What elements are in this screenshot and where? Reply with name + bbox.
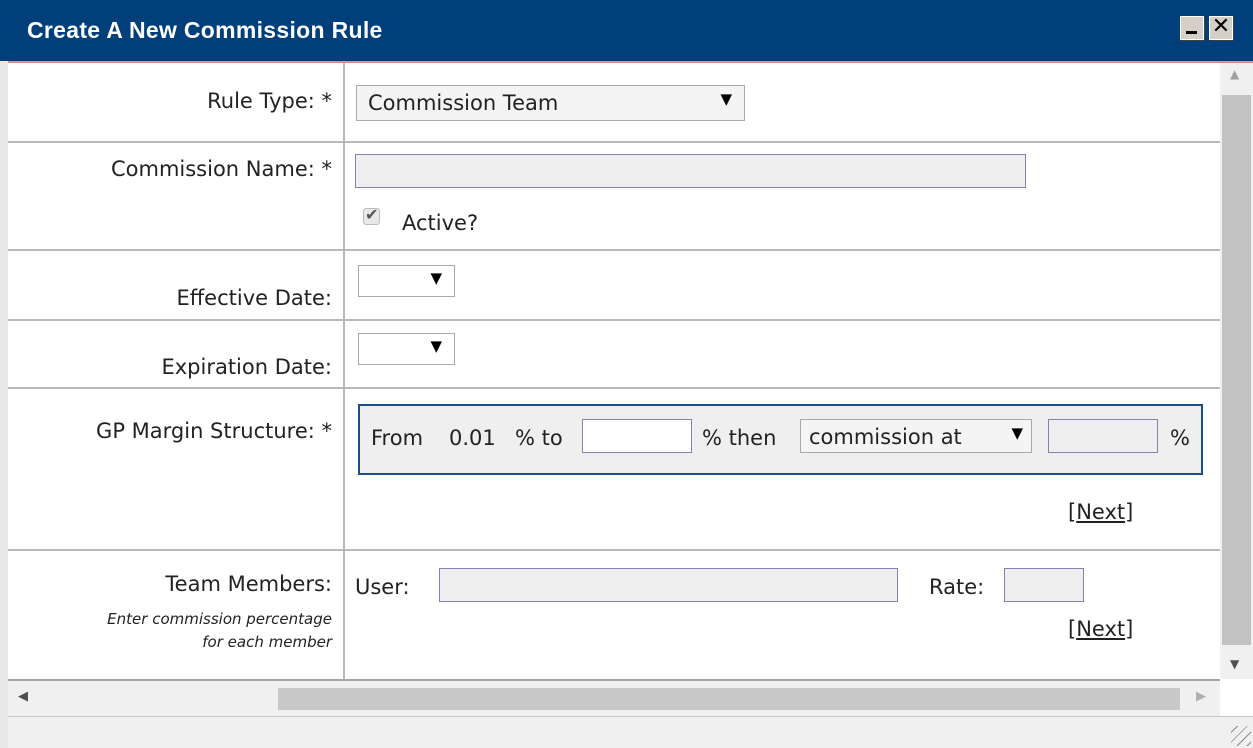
team-next-link[interactable]: [Next]: [1068, 617, 1133, 641]
margin-to-input[interactable]: [582, 419, 692, 453]
chevron-down-icon: ▼: [720, 90, 732, 108]
close-button[interactable]: ✕: [1209, 14, 1233, 40]
row-team-members: Team Members: Enter commission percentag…: [8, 549, 1220, 679]
scroll-left-icon[interactable]: ◀: [18, 689, 28, 704]
rate-label: Rate:: [929, 575, 985, 599]
gp-next-link[interactable]: [Next]: [1068, 500, 1133, 524]
team-members-label: Team Members:: [165, 572, 332, 596]
rule-type-label: Rule Type: *: [207, 89, 332, 113]
commission-mode-select[interactable]: commission at ▼: [800, 419, 1032, 453]
rule-type-select[interactable]: Commission Team ▼: [356, 85, 745, 121]
next-link-text: Next: [1076, 500, 1126, 524]
user-label: User:: [355, 575, 410, 599]
bracket-close: ]: [1125, 500, 1134, 524]
active-label: Active?: [402, 211, 479, 235]
minimize-button[interactable]: [1180, 16, 1204, 40]
member-rate-input[interactable]: [1004, 568, 1084, 602]
horizontal-scroll-thumb[interactable]: [278, 688, 1180, 710]
gp-margin-label: GP Margin Structure: *: [96, 419, 332, 443]
scroll-up-icon[interactable]: ▲: [1230, 67, 1239, 81]
bracket-open: [: [1068, 617, 1077, 641]
from-text: From: [371, 426, 424, 450]
horizontal-scrollbar[interactable]: ◀ ▶: [8, 679, 1220, 716]
to-text: % to: [515, 426, 563, 450]
resize-grip-icon[interactable]: [1231, 726, 1251, 746]
gp-margin-tier: From 0.01 % to % then commission at ▼ %: [358, 404, 1203, 475]
active-checkbox[interactable]: ✔: [363, 205, 380, 225]
percent-text: %: [1170, 426, 1190, 450]
user-input[interactable]: [439, 568, 898, 602]
row-rule-type: Rule Type: * Commission Team ▼: [8, 63, 1220, 141]
window-title: Create A New Commission Rule: [27, 17, 383, 43]
row-effective-date: Effective Date: ▼: [8, 249, 1220, 319]
scroll-right-icon[interactable]: ▶: [1196, 689, 1206, 704]
effective-date-label: Effective Date:: [176, 286, 332, 310]
checkmark-icon: ✔: [365, 205, 379, 224]
commission-name-label: Commission Name: *: [110, 157, 332, 181]
expiration-date-label: Expiration Date:: [161, 355, 332, 379]
then-text: % then: [702, 426, 777, 450]
commission-rate-input[interactable]: [1048, 419, 1158, 453]
window-left-edge: [0, 61, 8, 748]
form-content: Rule Type: * Commission Team ▼ Commissio…: [8, 63, 1220, 679]
expiration-date-select[interactable]: ▼: [358, 333, 455, 365]
next-link-text: Next: [1076, 617, 1126, 641]
status-bar: [8, 716, 1253, 748]
row-commission-name: Commission Name: * ✔ Active?: [8, 141, 1220, 249]
chevron-down-icon: ▼: [430, 337, 442, 355]
commission-mode-value: commission at: [809, 425, 962, 449]
scroll-down-icon[interactable]: ▼: [1230, 657, 1239, 671]
from-value: 0.01: [449, 426, 496, 450]
minimize-icon: [1186, 31, 1197, 34]
vertical-scroll-thumb[interactable]: [1222, 95, 1251, 645]
team-members-hint-2: for each member: [202, 633, 332, 651]
close-icon: ✕: [1211, 14, 1231, 39]
team-members-hint-1: Enter commission percentage: [107, 610, 332, 628]
bracket-open: [: [1068, 500, 1077, 524]
row-expiration-date: Expiration Date: ▼: [8, 319, 1220, 387]
rule-type-value: Commission Team: [368, 91, 559, 115]
window-titlebar[interactable]: Create A New Commission Rule ✕: [0, 0, 1253, 61]
effective-date-select[interactable]: ▼: [358, 265, 455, 297]
vertical-scrollbar[interactable]: ▲ ▼: [1220, 63, 1253, 679]
chevron-down-icon: ▼: [430, 269, 442, 287]
bracket-close: ]: [1125, 617, 1134, 641]
commission-name-input[interactable]: [355, 154, 1026, 188]
chevron-down-icon: ▼: [1011, 424, 1023, 442]
